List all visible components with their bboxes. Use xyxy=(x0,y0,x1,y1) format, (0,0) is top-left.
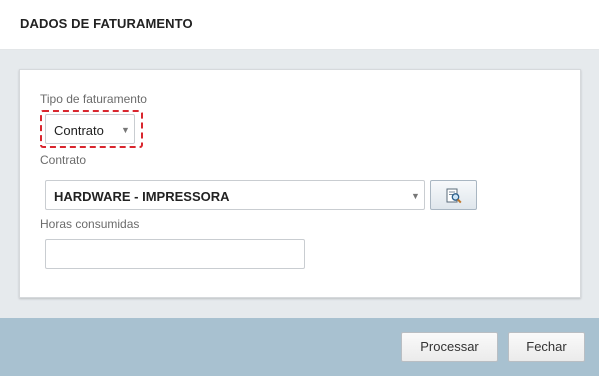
hours-consumed-input[interactable] xyxy=(45,239,305,269)
chevron-down-icon: ▼ xyxy=(411,191,420,201)
hours-consumed-label: Horas consumidas xyxy=(40,217,140,231)
dialog-title: DADOS DE FATURAMENTO xyxy=(20,16,193,31)
close-button[interactable]: Fechar xyxy=(508,332,585,362)
billing-form-panel: Tipo de faturamento Contrato ▼ Contrato … xyxy=(19,69,581,298)
contract-select[interactable]: HARDWARE - IMPRESSORA ▼ xyxy=(45,180,425,210)
process-button[interactable]: Processar xyxy=(401,332,498,362)
contract-lookup-button[interactable] xyxy=(430,180,477,210)
dialog-footer: Processar Fechar xyxy=(0,318,599,376)
billing-type-value: Contrato xyxy=(54,123,104,138)
billing-type-select[interactable]: Contrato ▼ xyxy=(45,114,135,144)
search-document-icon xyxy=(446,188,462,204)
billing-type-label: Tipo de faturamento xyxy=(40,92,147,106)
contract-value: HARDWARE - IMPRESSORA xyxy=(54,189,230,204)
dialog-header: DADOS DE FATURAMENTO xyxy=(0,0,599,50)
chevron-down-icon: ▼ xyxy=(121,125,130,135)
dialog-body: Tipo de faturamento Contrato ▼ Contrato … xyxy=(0,50,599,318)
contract-label: Contrato xyxy=(40,153,87,167)
